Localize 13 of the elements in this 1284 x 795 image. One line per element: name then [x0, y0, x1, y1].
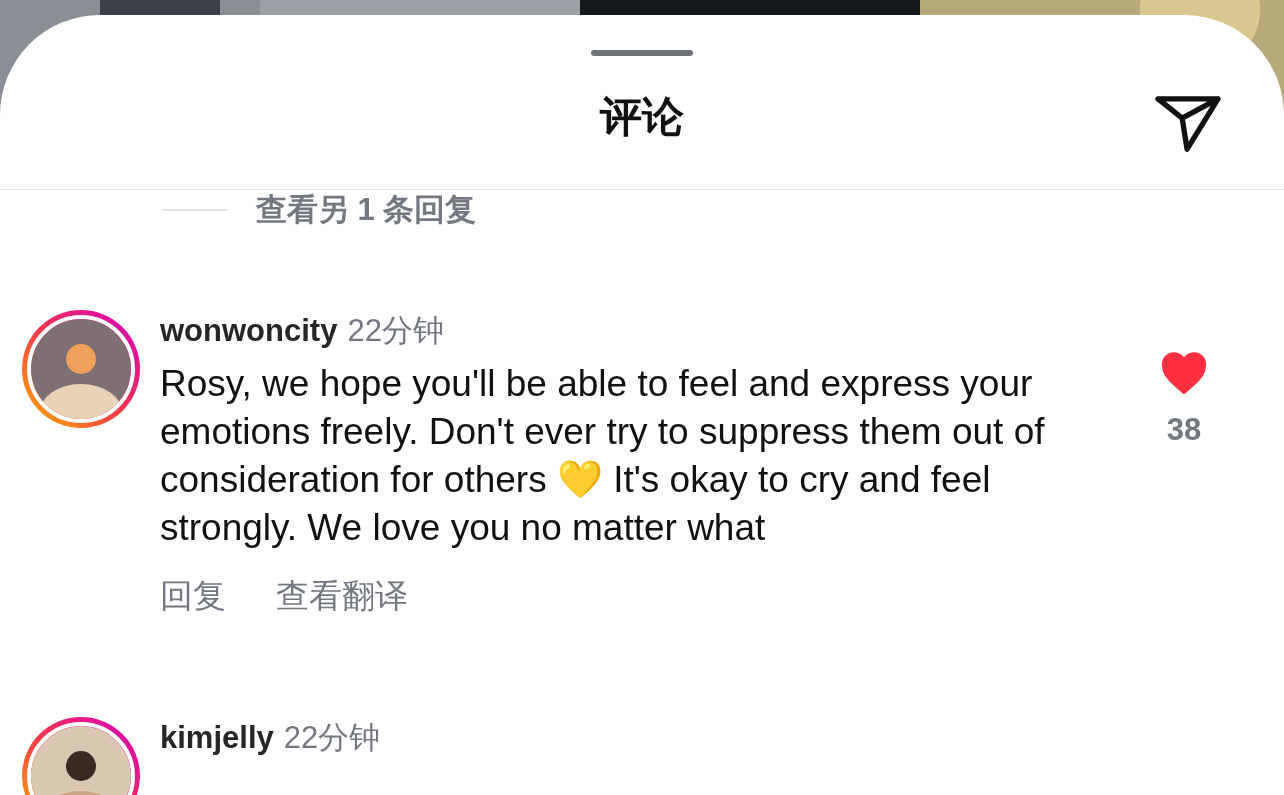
comment-time: 22分钟 [347, 312, 444, 350]
comment-action[interactable]: 回复 [160, 574, 226, 619]
comment-time: 22分钟 [283, 719, 381, 757]
comment-action[interactable]: 查看翻译 [276, 574, 408, 619]
username[interactable]: wonwoncity [160, 313, 338, 349]
like-count: 38 [1166, 412, 1202, 448]
heart-icon[interactable] [1160, 352, 1208, 394]
username[interactable]: kimjelly [160, 720, 274, 756]
sheet-title: 评论 [600, 92, 684, 142]
view-replies-link[interactable]: 查看另 1 条回复 [256, 189, 477, 231]
drag-handle[interactable] [591, 50, 693, 56]
comment-text: Rosy, we hope you'll be able to feel and express your emotions freely. Don't ever try to suppress them out of consideration for others 💛 It's okay to cry and feel strongly. We love you no matter what [160, 362, 1046, 550]
send-icon[interactable] [1154, 93, 1222, 153]
